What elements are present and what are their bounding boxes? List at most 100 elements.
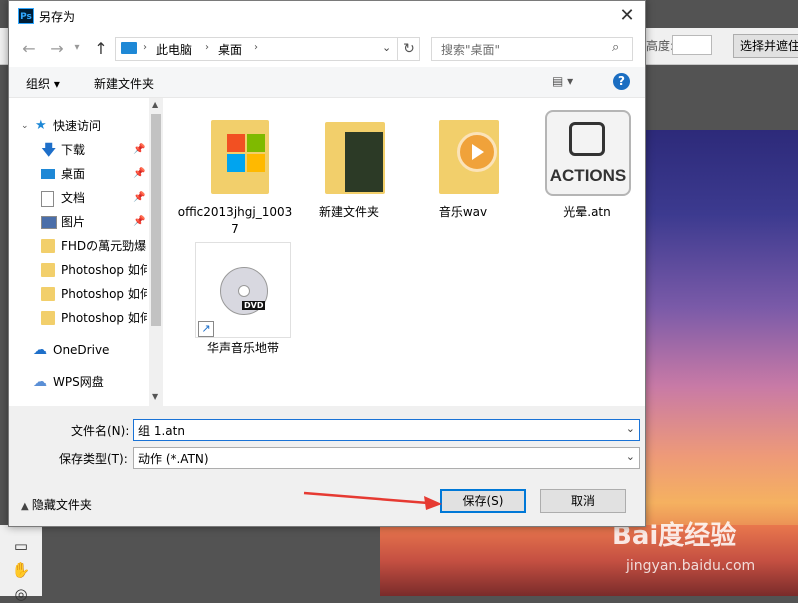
save-button[interactable]: 保存(S) bbox=[440, 489, 526, 513]
height-label: 高度: bbox=[646, 39, 675, 53]
file-item[interactable]: offic2013jhgj_10037 bbox=[178, 106, 292, 242]
file-name: offic2013jhgj_10037 bbox=[177, 205, 293, 236]
sidebar-item-label: OneDrive bbox=[53, 343, 110, 357]
chevron-right-icon[interactable]: › bbox=[205, 42, 209, 53]
chevron-right-icon[interactable]: › bbox=[254, 42, 258, 53]
folder-icon bbox=[41, 239, 55, 253]
sidebar-item-documents[interactable]: 文档 📌 bbox=[9, 186, 147, 210]
folder-icon bbox=[41, 263, 55, 277]
filename-value: 组 1.atn bbox=[138, 424, 185, 438]
dvd-shortcut-icon: DVD ↗ bbox=[195, 242, 291, 338]
chevron-down-icon[interactable]: ⌄ bbox=[382, 41, 391, 54]
sidebar-item-folder[interactable]: Photoshop 如何 bbox=[9, 282, 147, 306]
back-arrow-icon[interactable]: ← bbox=[19, 39, 39, 58]
sidebar-item-label: FHDの萬元勁爆 bbox=[61, 239, 147, 253]
sidebar-item-label: 快速访问 bbox=[53, 119, 102, 133]
breadcrumb-this-pc[interactable]: 此电脑 bbox=[156, 41, 192, 58]
save-as-dialog: Ps 另存为 ✕ ← → ▾ ↑ › 此电脑 › 桌面 › ⌄ ↻ 搜索"桌面"… bbox=[8, 0, 646, 527]
filetype-select[interactable]: 动作 (*.ATN) ⌄ bbox=[133, 447, 640, 469]
scroll-thumb[interactable] bbox=[151, 114, 161, 326]
pin-icon: 📌 bbox=[133, 216, 146, 227]
filename-label: 文件名(N): bbox=[71, 424, 130, 438]
actions-file-icon: ACTIONS bbox=[545, 110, 631, 196]
scrollbar[interactable]: ▲ ▼ bbox=[149, 98, 163, 406]
filetype-value: 动作 (*.ATN) bbox=[138, 452, 209, 466]
up-arrow-icon[interactable]: ↑ bbox=[91, 39, 111, 58]
chevron-down-icon[interactable]: ⌄ bbox=[626, 422, 635, 435]
search-input[interactable]: 搜索"桌面" ⌕ bbox=[431, 37, 633, 61]
title-bar: Ps 另存为 ✕ bbox=[9, 1, 645, 31]
chevron-right-icon[interactable]: › bbox=[143, 42, 147, 53]
help-icon[interactable]: ? bbox=[613, 73, 630, 90]
dialog-title: 另存为 bbox=[39, 10, 76, 24]
file-name: 华声音乐地带 bbox=[206, 341, 279, 355]
new-folder-button[interactable]: 新建文件夹 bbox=[94, 75, 154, 92]
sidebar-item-folder[interactable]: Photoshop 如何 bbox=[9, 258, 147, 282]
address-bar[interactable]: › 此电脑 › 桌面 › ⌄ ↻ bbox=[115, 37, 420, 61]
hand-tool-icon[interactable]: ✋ bbox=[10, 561, 32, 579]
zoom-tool-icon[interactable]: ◎ bbox=[10, 585, 32, 603]
forward-arrow-icon[interactable]: → bbox=[47, 39, 67, 58]
file-item[interactable]: ACTIONS 光晕.atn bbox=[539, 106, 635, 242]
view-options-icon[interactable]: ▤ ▾ bbox=[552, 74, 573, 88]
annotation-arrow bbox=[303, 491, 442, 510]
search-icon: ⌕ bbox=[612, 40, 620, 55]
chevron-up-icon: ▲ bbox=[21, 501, 32, 512]
file-name: 音乐wav bbox=[438, 205, 488, 219]
sidebar-item-label: Photoshop 如何 bbox=[61, 287, 147, 301]
filename-input[interactable]: 组 1.atn ⌄ bbox=[133, 419, 640, 441]
file-item[interactable]: DVD ↗ 华声音乐地带 bbox=[195, 242, 291, 378]
sidebar-item-label: WPS网盘 bbox=[53, 375, 104, 389]
rectangle-tool-icon[interactable]: ▭ bbox=[10, 537, 32, 555]
scroll-up-icon[interactable]: ▲ bbox=[152, 100, 158, 109]
documents-icon bbox=[41, 191, 54, 207]
chevron-down-icon[interactable]: ⌄ bbox=[21, 114, 29, 138]
sidebar-item-desktop[interactable]: 桌面 📌 bbox=[9, 162, 147, 186]
toolbar: 组织 ▾ 新建文件夹 ▤ ▾ ? bbox=[9, 67, 645, 98]
folder-icon bbox=[41, 311, 55, 325]
filetype-label: 保存类型(T): bbox=[59, 452, 128, 466]
sidebar-item-pictures[interactable]: 图片 📌 bbox=[9, 210, 147, 234]
file-name: 新建文件夹 bbox=[318, 205, 379, 219]
hide-folders-label: 隐藏文件夹 bbox=[31, 498, 92, 512]
refresh-icon[interactable]: ↻ bbox=[397, 38, 420, 60]
sidebar-item-label: 图片 bbox=[61, 215, 86, 229]
cloud-icon: ☁ bbox=[33, 342, 47, 358]
pin-icon: 📌 bbox=[133, 192, 146, 203]
office-folder-icon bbox=[211, 120, 269, 194]
file-item[interactable]: 音乐wav bbox=[415, 106, 511, 242]
recent-locations-icon[interactable]: ▾ bbox=[71, 42, 83, 53]
close-button[interactable]: ✕ bbox=[615, 5, 639, 27]
scroll-down-icon[interactable]: ▼ bbox=[152, 392, 158, 401]
pin-icon: 📌 bbox=[133, 168, 146, 179]
sidebar-item-onedrive[interactable]: ☁ OneDrive bbox=[9, 338, 147, 362]
folder-icon bbox=[325, 122, 385, 194]
sidebar-item-folder[interactable]: FHDの萬元勁爆 bbox=[9, 234, 147, 258]
music-folder-icon bbox=[439, 120, 499, 194]
navigation-pane: ⌄ ★ 快速访问 🡇 下载 📌 桌面 📌 文档 📌 图片 📌 FHDの萬元勁爆 bbox=[9, 98, 163, 406]
sidebar-item-label: 下载 bbox=[61, 143, 86, 157]
hide-folders-toggle[interactable]: ▲ 隐藏文件夹 bbox=[21, 496, 92, 513]
file-item[interactable]: 新建文件夹 bbox=[301, 106, 397, 242]
sidebar-item-label: 桌面 bbox=[61, 167, 86, 181]
folder-icon bbox=[41, 287, 55, 301]
shortcut-arrow-icon: ↗ bbox=[198, 321, 214, 337]
sidebar-item-label: Photoshop 如何 bbox=[61, 263, 147, 277]
pictures-icon bbox=[41, 216, 57, 229]
sidebar-item-label: 文档 bbox=[61, 191, 86, 205]
organize-button[interactable]: 组织 ▾ bbox=[26, 75, 60, 92]
sidebar-item-folder[interactable]: Photoshop 如何 bbox=[9, 306, 147, 330]
chevron-down-icon[interactable]: ⌄ bbox=[626, 450, 635, 463]
select-and-mask-button[interactable]: 选择并遮住 bbox=[733, 34, 798, 58]
sidebar-item-wps[interactable]: ☁ WPS网盘 bbox=[9, 370, 147, 394]
sidebar-item-quick-access[interactable]: ⌄ ★ 快速访问 bbox=[9, 114, 147, 138]
sidebar-item-downloads[interactable]: 🡇 下载 📌 bbox=[9, 138, 147, 162]
photoshop-workspace bbox=[646, 65, 798, 130]
search-placeholder: 搜索"桌面" bbox=[441, 43, 501, 57]
download-icon: 🡇 bbox=[41, 141, 57, 159]
tools-panel: ▭ ✋ ◎ bbox=[0, 525, 42, 603]
cancel-button[interactable]: 取消 bbox=[540, 489, 626, 513]
sidebar-item-label: Photoshop 如何 bbox=[61, 311, 147, 325]
breadcrumb-desktop[interactable]: 桌面 bbox=[218, 41, 242, 58]
height-input[interactable] bbox=[672, 35, 712, 55]
